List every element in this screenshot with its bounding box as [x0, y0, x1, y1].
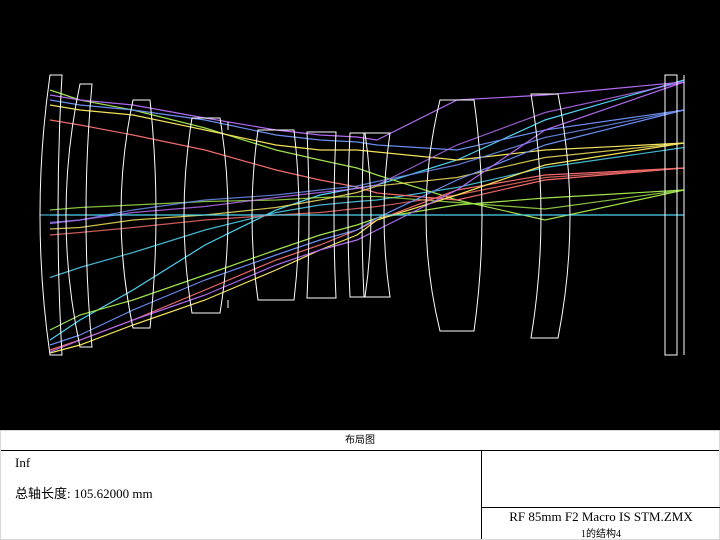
- field-value: Inf: [15, 455, 31, 470]
- cell-divider: [482, 507, 720, 508]
- info-panel: 布局图 Inf 总轴长度: 105.62000 mm RF 85mm F2 Ma…: [0, 430, 720, 540]
- chief-ray: [49, 109, 685, 224]
- lens-layout-diagram: [39, 74, 685, 356]
- ray-path: [49, 119, 685, 201]
- panel-title: 布局图: [1, 431, 719, 451]
- total-axial-length: 总轴长度: 105.62000 mm: [15, 486, 153, 501]
- ray-path: [49, 81, 685, 141]
- parameters-cell: Inf 总轴长度: 105.62000 mm: [1, 451, 480, 539]
- configuration-label: 1的结构4: [581, 529, 621, 540]
- file-info-cell: RF 85mm F2 Macro IS STM.ZMX 1的结构4: [481, 451, 720, 540]
- ray-path: [49, 81, 685, 353]
- file-name: RF 85mm F2 Macro IS STM.ZMX: [509, 509, 693, 524]
- chief-ray: [49, 146, 685, 279]
